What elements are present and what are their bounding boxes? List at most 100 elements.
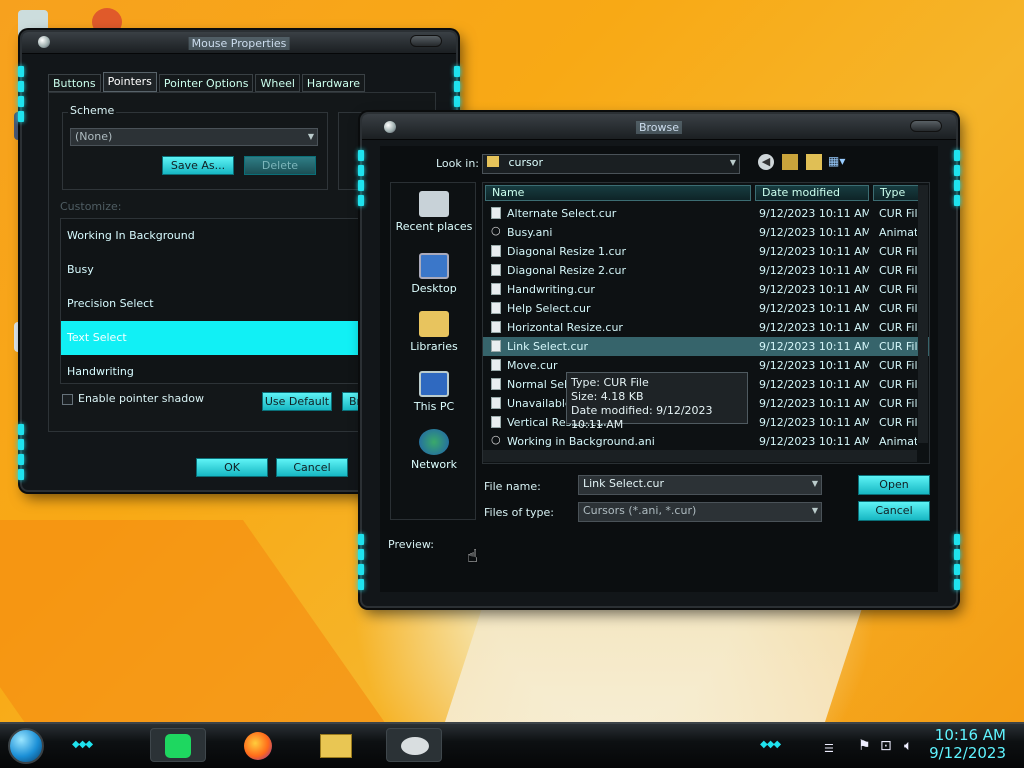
- file-row[interactable]: Link Select.cur 9/12/2023 10:11 AM CUR Fil…: [483, 337, 929, 356]
- network-icon[interactable]: ⊡: [880, 738, 892, 754]
- volume-icon[interactable]: 🔈︎: [904, 738, 912, 754]
- title-bar[interactable]: Browse: [362, 114, 956, 140]
- file-type: CUR File: [879, 378, 917, 391]
- column-header-date[interactable]: Date modified: [755, 185, 869, 201]
- place-desktop[interactable]: Desktop: [391, 253, 477, 295]
- taskbar-app-file-explorer[interactable]: [310, 728, 366, 762]
- view-menu-icon[interactable]: ▦▾: [828, 154, 852, 170]
- file-icon: [491, 359, 501, 371]
- files-of-type-label: Files of type:: [484, 506, 555, 519]
- pointer-shadow-label: Enable pointer shadow: [78, 392, 204, 405]
- window-orb-icon[interactable]: [38, 36, 50, 48]
- place-network[interactable]: Network: [391, 429, 477, 471]
- place-libraries[interactable]: Libraries: [391, 311, 477, 353]
- file-date: 9/12/2023 10:11 AM: [759, 416, 869, 429]
- pointer-shadow-checkbox[interactable]: [62, 394, 73, 405]
- file-date: 9/12/2023 10:11 AM: [759, 264, 869, 277]
- file-name: Horizontal Resize.cur: [507, 321, 623, 334]
- cancel-button[interactable]: Cancel: [276, 458, 348, 477]
- cancel-button[interactable]: Cancel: [858, 501, 930, 521]
- file-name-input[interactable]: Link Select.cur ▼: [578, 475, 822, 495]
- libraries-icon: [419, 311, 449, 337]
- files-of-type-dropdown[interactable]: Cursors (*.ani, *.cur) ▼: [578, 502, 822, 522]
- open-button[interactable]: Open: [858, 475, 930, 495]
- place-label: Recent places: [395, 220, 473, 233]
- tab-strip: Buttons Pointers Pointer Options Wheel H…: [48, 72, 366, 92]
- show-desktop-icon[interactable]: ☰: [824, 742, 834, 755]
- customize-label: Customize:: [60, 200, 122, 213]
- scheme-dropdown[interactable]: (None) ▼: [70, 128, 318, 146]
- pointer-item-selected[interactable]: Text Select: [61, 321, 367, 355]
- start-button[interactable]: [8, 728, 44, 764]
- file-icon: [491, 378, 501, 390]
- taskbar-app-spotify[interactable]: [150, 728, 206, 762]
- file-date: 9/12/2023 10:11 AM: [759, 340, 869, 353]
- mouse-icon: [401, 737, 429, 755]
- new-folder-icon[interactable]: [806, 154, 822, 170]
- file-icon: [491, 416, 501, 428]
- file-icon: [491, 283, 501, 295]
- close-button[interactable]: [910, 120, 942, 132]
- scheme-value: (None): [75, 130, 113, 143]
- file-icon: [491, 245, 501, 257]
- window-orb-icon[interactable]: [384, 121, 396, 133]
- taskbar-app-firefox[interactable]: [232, 728, 288, 762]
- flag-icon[interactable]: ⚑: [858, 738, 871, 754]
- file-row[interactable]: ○ Working in Background.ani 9/12/2023 10:1…: [483, 432, 929, 451]
- column-header-name[interactable]: Name: [485, 185, 751, 201]
- close-button[interactable]: [410, 35, 442, 47]
- save-as-button[interactable]: Save As...: [162, 156, 234, 175]
- file-icon: [491, 264, 501, 276]
- file-date: 9/12/2023 10:11 AM: [759, 397, 869, 410]
- place-recent[interactable]: Recent places: [391, 191, 477, 233]
- file-row[interactable]: Handwriting.cur 9/12/2023 10:11 AM CUR Fil…: [483, 280, 929, 299]
- file-row[interactable]: Diagonal Resize 1.cur 9/12/2023 10:11 AM C…: [483, 242, 929, 261]
- pointer-list[interactable]: Working In Background Busy Precision Sel…: [60, 218, 368, 384]
- file-row[interactable]: ○ Busy.ani 9/12/2023 10:11 AM Animated: [483, 223, 929, 242]
- file-type: CUR File: [879, 245, 917, 258]
- file-row[interactable]: Horizontal Resize.cur 9/12/2023 10:11 AM C…: [483, 318, 929, 337]
- tab-hardware[interactable]: Hardware: [301, 74, 366, 92]
- tab-pointers[interactable]: Pointers: [102, 72, 157, 92]
- file-date: 9/12/2023 10:11 AM: [759, 245, 869, 258]
- taskbar-app-mouse-properties[interactable]: [386, 728, 442, 762]
- file-date: 9/12/2023 10:11 AM: [759, 302, 869, 315]
- column-header-type[interactable]: Type: [873, 185, 923, 201]
- back-icon[interactable]: ◀: [758, 154, 774, 170]
- frame-lights-right: [954, 150, 960, 206]
- file-row[interactable]: Alternate Select.cur 9/12/2023 10:11 AM CU…: [483, 204, 929, 223]
- vertical-scrollbar[interactable]: [918, 185, 928, 443]
- frame-lights-right-bottom: [954, 534, 960, 590]
- ok-button[interactable]: OK: [196, 458, 268, 477]
- tab-pointer-options[interactable]: Pointer Options: [158, 74, 254, 92]
- clock[interactable]: 10:16 AM 9/12/2023: [929, 726, 1006, 762]
- title-bar[interactable]: Mouse Properties: [22, 32, 456, 54]
- pointer-item[interactable]: Precision Select: [61, 287, 367, 321]
- file-row[interactable]: Diagonal Resize 2.cur 9/12/2023 10:11 AM C…: [483, 261, 929, 280]
- chevron-down-icon: ▼: [811, 479, 818, 488]
- pointer-item[interactable]: Handwriting: [61, 355, 367, 383]
- file-icon: [491, 207, 501, 219]
- spotify-icon: [165, 734, 191, 758]
- look-in-value: cursor: [508, 156, 544, 169]
- file-type: CUR File: [879, 302, 917, 315]
- file-name: Busy.ani: [507, 226, 553, 239]
- look-in-dropdown[interactable]: cursor ▼: [482, 154, 740, 174]
- file-type: CUR File: [879, 207, 917, 220]
- scheme-group: [62, 112, 328, 190]
- tab-buttons[interactable]: Buttons: [48, 74, 101, 92]
- horizontal-scrollbar[interactable]: [483, 450, 917, 462]
- browse-dialog: Browse Look in: cursor ▼ ◀ ▦▾ Recent pla…: [358, 112, 960, 608]
- file-name-label: File name:: [484, 480, 541, 493]
- place-this-pc[interactable]: This PC: [391, 371, 477, 413]
- up-folder-icon[interactable]: [782, 154, 798, 170]
- scheme-label: Scheme: [68, 104, 117, 117]
- tab-wheel[interactable]: Wheel: [255, 74, 300, 92]
- pointer-item[interactable]: Busy: [61, 253, 367, 287]
- delete-button[interactable]: Delete: [244, 156, 316, 175]
- pointer-item[interactable]: Working In Background: [61, 219, 367, 253]
- desktop-icon: [419, 253, 449, 279]
- use-default-button[interactable]: Use Default: [262, 392, 332, 411]
- file-row[interactable]: Help Select.cur 9/12/2023 10:11 AM CUR Fil…: [483, 299, 929, 318]
- folder-icon: [487, 156, 499, 167]
